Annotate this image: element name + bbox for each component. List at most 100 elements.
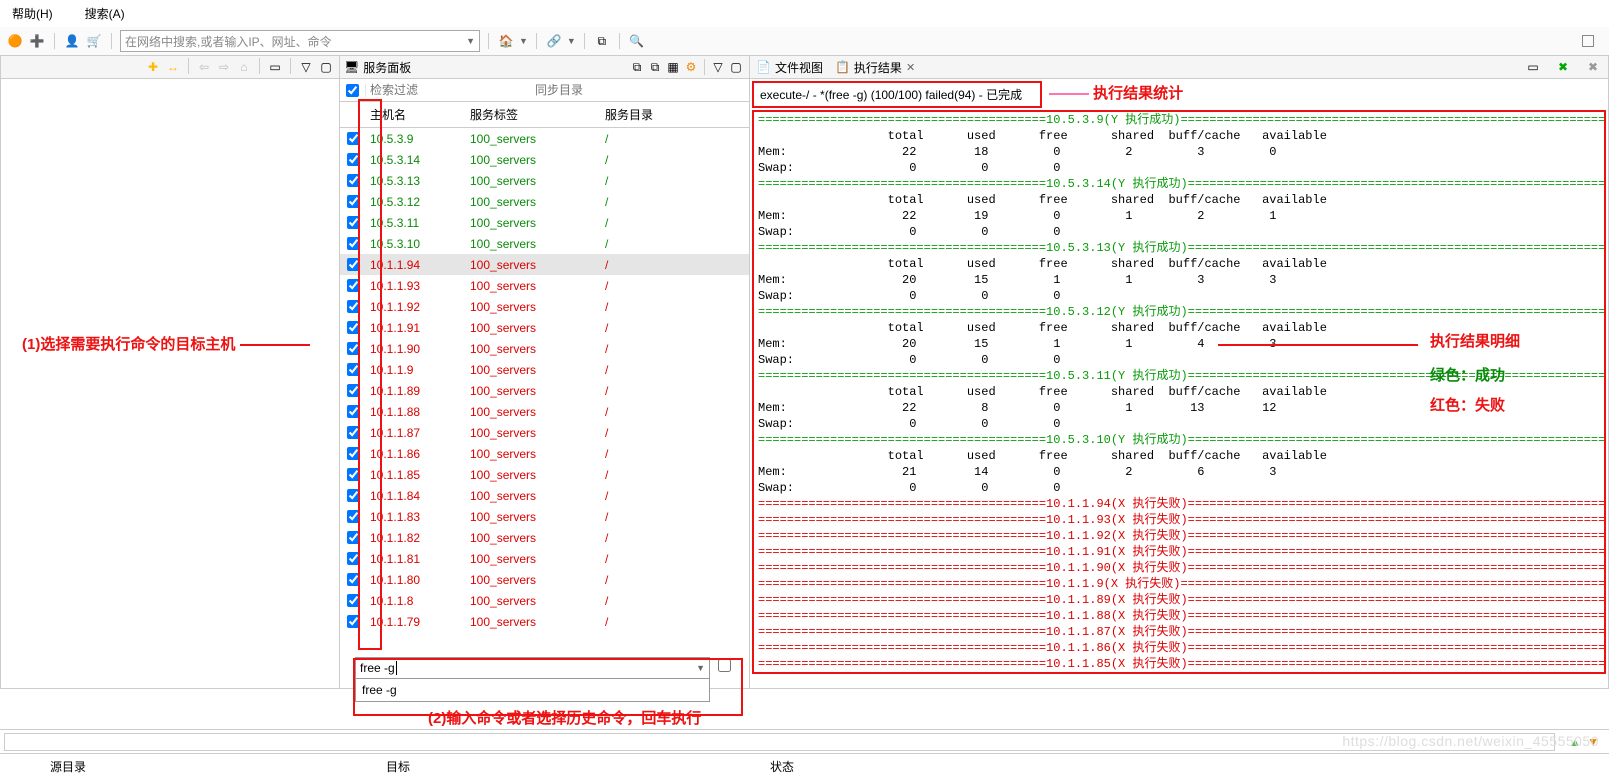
home-icon[interactable]: 🏠 [497, 32, 515, 50]
table-row[interactable]: 10.5.3.11100_servers/ [340, 212, 749, 233]
chevron-down-icon[interactable]: ▼ [567, 36, 576, 46]
row-checkbox[interactable] [347, 489, 360, 502]
maximize-icon[interactable]: ▢ [317, 58, 335, 76]
table-row[interactable]: 10.1.1.93100_servers/ [340, 275, 749, 296]
table-row[interactable]: 10.1.1.8100_servers/ [340, 590, 749, 611]
forward-icon[interactable]: ⇨ [215, 58, 233, 76]
global-search-input[interactable]: 在网络中搜索,或者输入IP、网址、命令 ▼ [120, 30, 480, 52]
row-checkbox[interactable] [347, 594, 360, 607]
table-row[interactable]: 10.1.1.91100_servers/ [340, 317, 749, 338]
cart-icon[interactable]: 🛒 [85, 32, 103, 50]
table-row[interactable]: 10.1.1.80100_servers/ [340, 569, 749, 590]
table-row[interactable]: 10.1.1.85100_servers/ [340, 464, 749, 485]
cell-dir: / [601, 510, 749, 524]
table-row[interactable]: 10.1.1.90100_servers/ [340, 338, 749, 359]
menu-search[interactable]: 搜索(A) [79, 3, 131, 24]
sync-dir-input[interactable] [531, 79, 749, 101]
dropdown-icon[interactable]: ▼ [696, 663, 705, 673]
row-checkbox[interactable] [347, 321, 360, 334]
watermark: https://blog.csdn.net/weixin_45555050 [1342, 733, 1599, 749]
select-all-checkbox[interactable] [346, 84, 359, 97]
row-checkbox[interactable] [347, 363, 360, 376]
table-row[interactable]: 10.1.1.89100_servers/ [340, 380, 749, 401]
layout-icon[interactable] [1579, 32, 1597, 50]
profile-icon[interactable]: 👤 [63, 32, 81, 50]
table-row[interactable]: 10.1.1.87100_servers/ [340, 422, 749, 443]
swap-icon[interactable]: ↔ [164, 58, 182, 76]
home-icon-2[interactable]: ⌂ [235, 58, 253, 76]
add-yellow-icon[interactable]: ✚ [144, 58, 162, 76]
table-row[interactable]: 10.1.1.83100_servers/ [340, 506, 749, 527]
filter-input[interactable] [366, 79, 531, 101]
row-checkbox[interactable] [347, 384, 360, 397]
menu-help[interactable]: 帮助(H) [6, 3, 59, 24]
right-btn-3[interactable]: ✖ [1584, 58, 1602, 76]
tab-exec-result[interactable]: 📋 执行结果 ✕ [835, 59, 915, 76]
table-row[interactable]: 10.1.1.9100_servers/ [340, 359, 749, 380]
panel-min-icon[interactable]: ▽ [709, 58, 727, 76]
row-checkbox[interactable] [347, 279, 360, 292]
right-btn-2[interactable]: ✖ [1554, 58, 1572, 76]
command-input[interactable]: free -g ▼ [355, 657, 710, 679]
table-row[interactable]: 10.1.1.81100_servers/ [340, 548, 749, 569]
table-row[interactable]: 10.5.3.14100_servers/ [340, 149, 749, 170]
panel-max-icon[interactable]: ▢ [727, 58, 745, 76]
plus-icon[interactable]: ➕ [28, 32, 46, 50]
row-checkbox[interactable] [347, 405, 360, 418]
row-checkbox[interactable] [347, 153, 360, 166]
back-icon[interactable]: ⇦ [195, 58, 213, 76]
table-row[interactable]: 10.5.3.12100_servers/ [340, 191, 749, 212]
command-checkbox[interactable] [718, 659, 731, 672]
table-row[interactable]: 10.1.1.88100_servers/ [340, 401, 749, 422]
command-history-dropdown[interactable]: free -g [355, 679, 710, 702]
chevron-down-icon[interactable]: ▼ [519, 36, 528, 46]
table-row[interactable]: 10.1.1.86100_servers/ [340, 443, 749, 464]
row-checkbox[interactable] [347, 447, 360, 460]
cell-tag: 100_servers [466, 258, 601, 272]
link-icon[interactable]: 🔗 [545, 32, 563, 50]
window-icon[interactable]: ⧉ [593, 32, 611, 50]
panel-btn-1[interactable]: ⧉ [628, 58, 646, 76]
panel-btn-3[interactable]: ▦ [664, 58, 682, 76]
row-checkbox[interactable] [347, 258, 360, 271]
eye-icon[interactable]: 🔍 [628, 32, 646, 50]
row-checkbox[interactable] [347, 531, 360, 544]
command-history-item[interactable]: free -g [362, 683, 703, 697]
table-row[interactable]: 10.1.1.84100_servers/ [340, 485, 749, 506]
row-checkbox[interactable] [347, 237, 360, 250]
row-checkbox[interactable] [347, 195, 360, 208]
table-row[interactable]: 10.1.1.92100_servers/ [340, 296, 749, 317]
host-list[interactable]: 10.5.3.9100_servers/10.5.3.14100_servers… [340, 128, 749, 688]
app-icon[interactable]: 🟠 [6, 32, 24, 50]
result-output[interactable]: ========================================… [754, 112, 1604, 672]
right-btn-1[interactable]: ▭ [1524, 58, 1542, 76]
row-checkbox[interactable] [347, 132, 360, 145]
row-checkbox[interactable] [347, 216, 360, 229]
table-row[interactable]: 10.5.3.10100_servers/ [340, 233, 749, 254]
tab-file-view[interactable]: 📄 文件视图 [756, 59, 823, 76]
minimize-icon[interactable]: ▽ [297, 58, 315, 76]
table-row[interactable]: 10.1.1.94100_servers/ [340, 254, 749, 275]
col-dir[interactable]: 服务目录 [601, 102, 749, 127]
row-checkbox[interactable] [347, 552, 360, 565]
page-icon[interactable]: ▭ [266, 58, 284, 76]
tab-close-icon[interactable]: ✕ [906, 61, 915, 74]
col-host[interactable]: 主机名 [366, 102, 466, 127]
panel-btn-4[interactable]: ⚙ [682, 58, 700, 76]
row-checkbox[interactable] [347, 174, 360, 187]
row-checkbox[interactable] [347, 342, 360, 355]
dropdown-icon[interactable]: ▼ [466, 36, 475, 46]
row-checkbox[interactable] [347, 573, 360, 586]
row-checkbox[interactable] [347, 615, 360, 628]
col-tag[interactable]: 服务标签 [466, 102, 601, 127]
row-checkbox[interactable] [347, 426, 360, 439]
table-row[interactable]: 10.1.1.82100_servers/ [340, 527, 749, 548]
table-row[interactable]: 10.5.3.9100_servers/ [340, 128, 749, 149]
cell-tag: 100_servers [466, 384, 601, 398]
table-row[interactable]: 10.1.1.79100_servers/ [340, 611, 749, 632]
row-checkbox[interactable] [347, 468, 360, 481]
row-checkbox[interactable] [347, 300, 360, 313]
panel-btn-2[interactable]: ⧉ [646, 58, 664, 76]
table-row[interactable]: 10.5.3.13100_servers/ [340, 170, 749, 191]
row-checkbox[interactable] [347, 510, 360, 523]
